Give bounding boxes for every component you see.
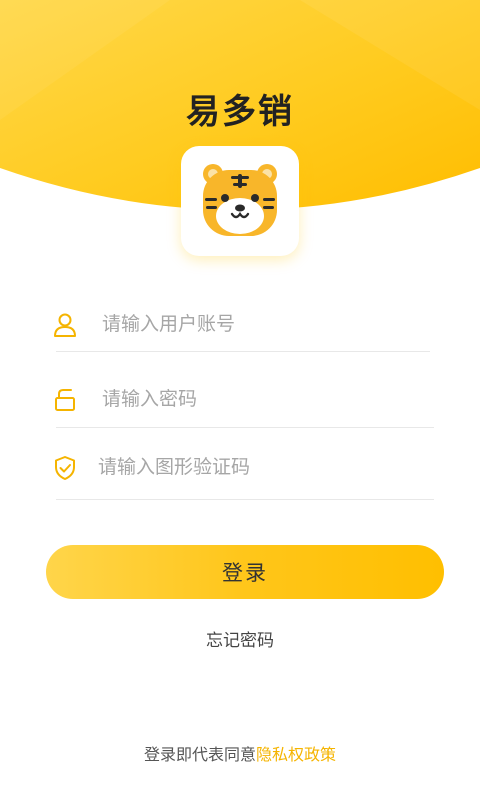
login-button[interactable]: 登录 (46, 545, 444, 599)
tiger-logo-icon (203, 164, 277, 236)
app-title: 易多销 (186, 92, 294, 132)
captcha-divider (56, 499, 434, 500)
captcha-input[interactable] (98, 449, 418, 485)
forgot-password-row: 忘记密码 (0, 626, 480, 651)
password-input[interactable] (102, 381, 422, 417)
user-icon (54, 313, 76, 337)
account-divider (56, 351, 430, 352)
agreement-prefix: 登录即代表同意 (143, 745, 256, 764)
password-divider (56, 427, 434, 428)
account-field (52, 304, 432, 344)
captcha-field (52, 447, 432, 487)
password-field (52, 379, 432, 419)
shield-check-icon (55, 456, 75, 480)
agreement-text: 登录即代表同意隐私权政策 (0, 741, 480, 765)
lock-icon (55, 389, 75, 411)
privacy-policy-link[interactable]: 隐私权政策 (256, 745, 336, 764)
app-logo (181, 146, 299, 256)
account-input[interactable] (102, 306, 422, 342)
login-screen: 易多销 请输入用户账号 请输入图形验证码 登录 忘记密码 登录即代表同意隐私权政… (0, 0, 480, 800)
forgot-password-link[interactable]: 忘记密码 (206, 631, 274, 651)
